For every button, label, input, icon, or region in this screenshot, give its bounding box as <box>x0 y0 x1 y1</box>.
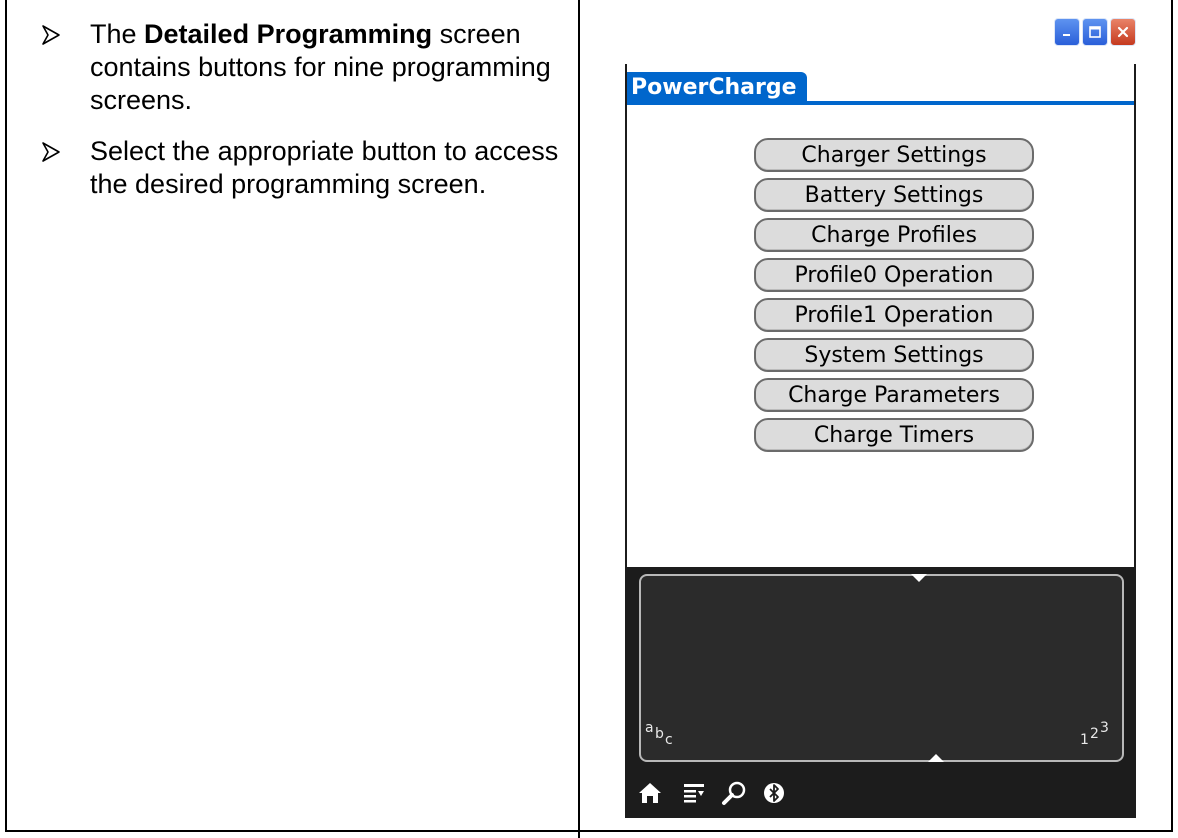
app-title-bar: PowerCharge <box>627 64 1134 105</box>
graffiti-divider-bottom-marker <box>928 754 944 762</box>
home-icon[interactable] <box>637 780 663 806</box>
charge-profiles-button[interactable]: Charge Profiles <box>754 218 1034 252</box>
graffiti-number-1: 1 <box>1080 732 1089 748</box>
bullet-1-pre: The <box>90 19 145 49</box>
graffiti-input-area[interactable] <box>639 574 1124 762</box>
system-settings-button[interactable]: System Settings <box>754 338 1034 372</box>
profile0-operation-button[interactable]: Profile0 Operation <box>754 258 1034 292</box>
charge-parameters-button[interactable]: Charge Parameters <box>754 378 1034 412</box>
app-title-tab[interactable]: PowerCharge <box>627 72 807 104</box>
status-bar <box>625 768 1136 818</box>
window-titlebar <box>625 18 1136 64</box>
graffiti-letter-c: c <box>665 732 673 748</box>
graffiti-letter-a: a <box>645 720 654 736</box>
minimize-button[interactable] <box>1054 18 1080 46</box>
bluetooth-icon[interactable] <box>761 780 787 806</box>
graffiti-number-2: 2 <box>1090 726 1099 742</box>
window-controls <box>1054 18 1136 46</box>
graffiti-letter-b: b <box>655 726 664 742</box>
arrow-bullet-icon <box>40 135 68 168</box>
instruction-bullet-1: The Detailed Programming screen contains… <box>40 18 570 117</box>
device-screenshot: PowerCharge Charger Settings Battery Set… <box>625 18 1136 818</box>
battery-settings-button[interactable]: Battery Settings <box>754 178 1034 212</box>
graffiti-number-3: 3 <box>1100 720 1109 736</box>
find-icon[interactable] <box>721 780 747 806</box>
arrow-bullet-icon <box>40 18 68 51</box>
programming-screen: Charger Settings Battery Settings Charge… <box>627 105 1134 567</box>
programming-button-list: Charger Settings Battery Settings Charge… <box>754 138 1034 452</box>
charger-settings-button[interactable]: Charger Settings <box>754 138 1034 172</box>
profile1-operation-button[interactable]: Profile1 Operation <box>754 298 1034 332</box>
menu-icon[interactable] <box>681 780 707 806</box>
graffiti-divider-top-marker <box>911 574 927 582</box>
maximize-button[interactable] <box>1082 18 1108 46</box>
instruction-list: The Detailed Programming screen contains… <box>40 18 570 219</box>
bullet-1-bold: Detailed Programming <box>144 19 433 49</box>
instruction-bullet-2: Select the appropriate button to access … <box>40 135 570 201</box>
charge-timers-button[interactable]: Charge Timers <box>754 418 1034 452</box>
close-button[interactable] <box>1110 18 1136 46</box>
bullet-2-text: Select the appropriate button to access … <box>90 136 559 199</box>
column-divider <box>578 0 580 838</box>
